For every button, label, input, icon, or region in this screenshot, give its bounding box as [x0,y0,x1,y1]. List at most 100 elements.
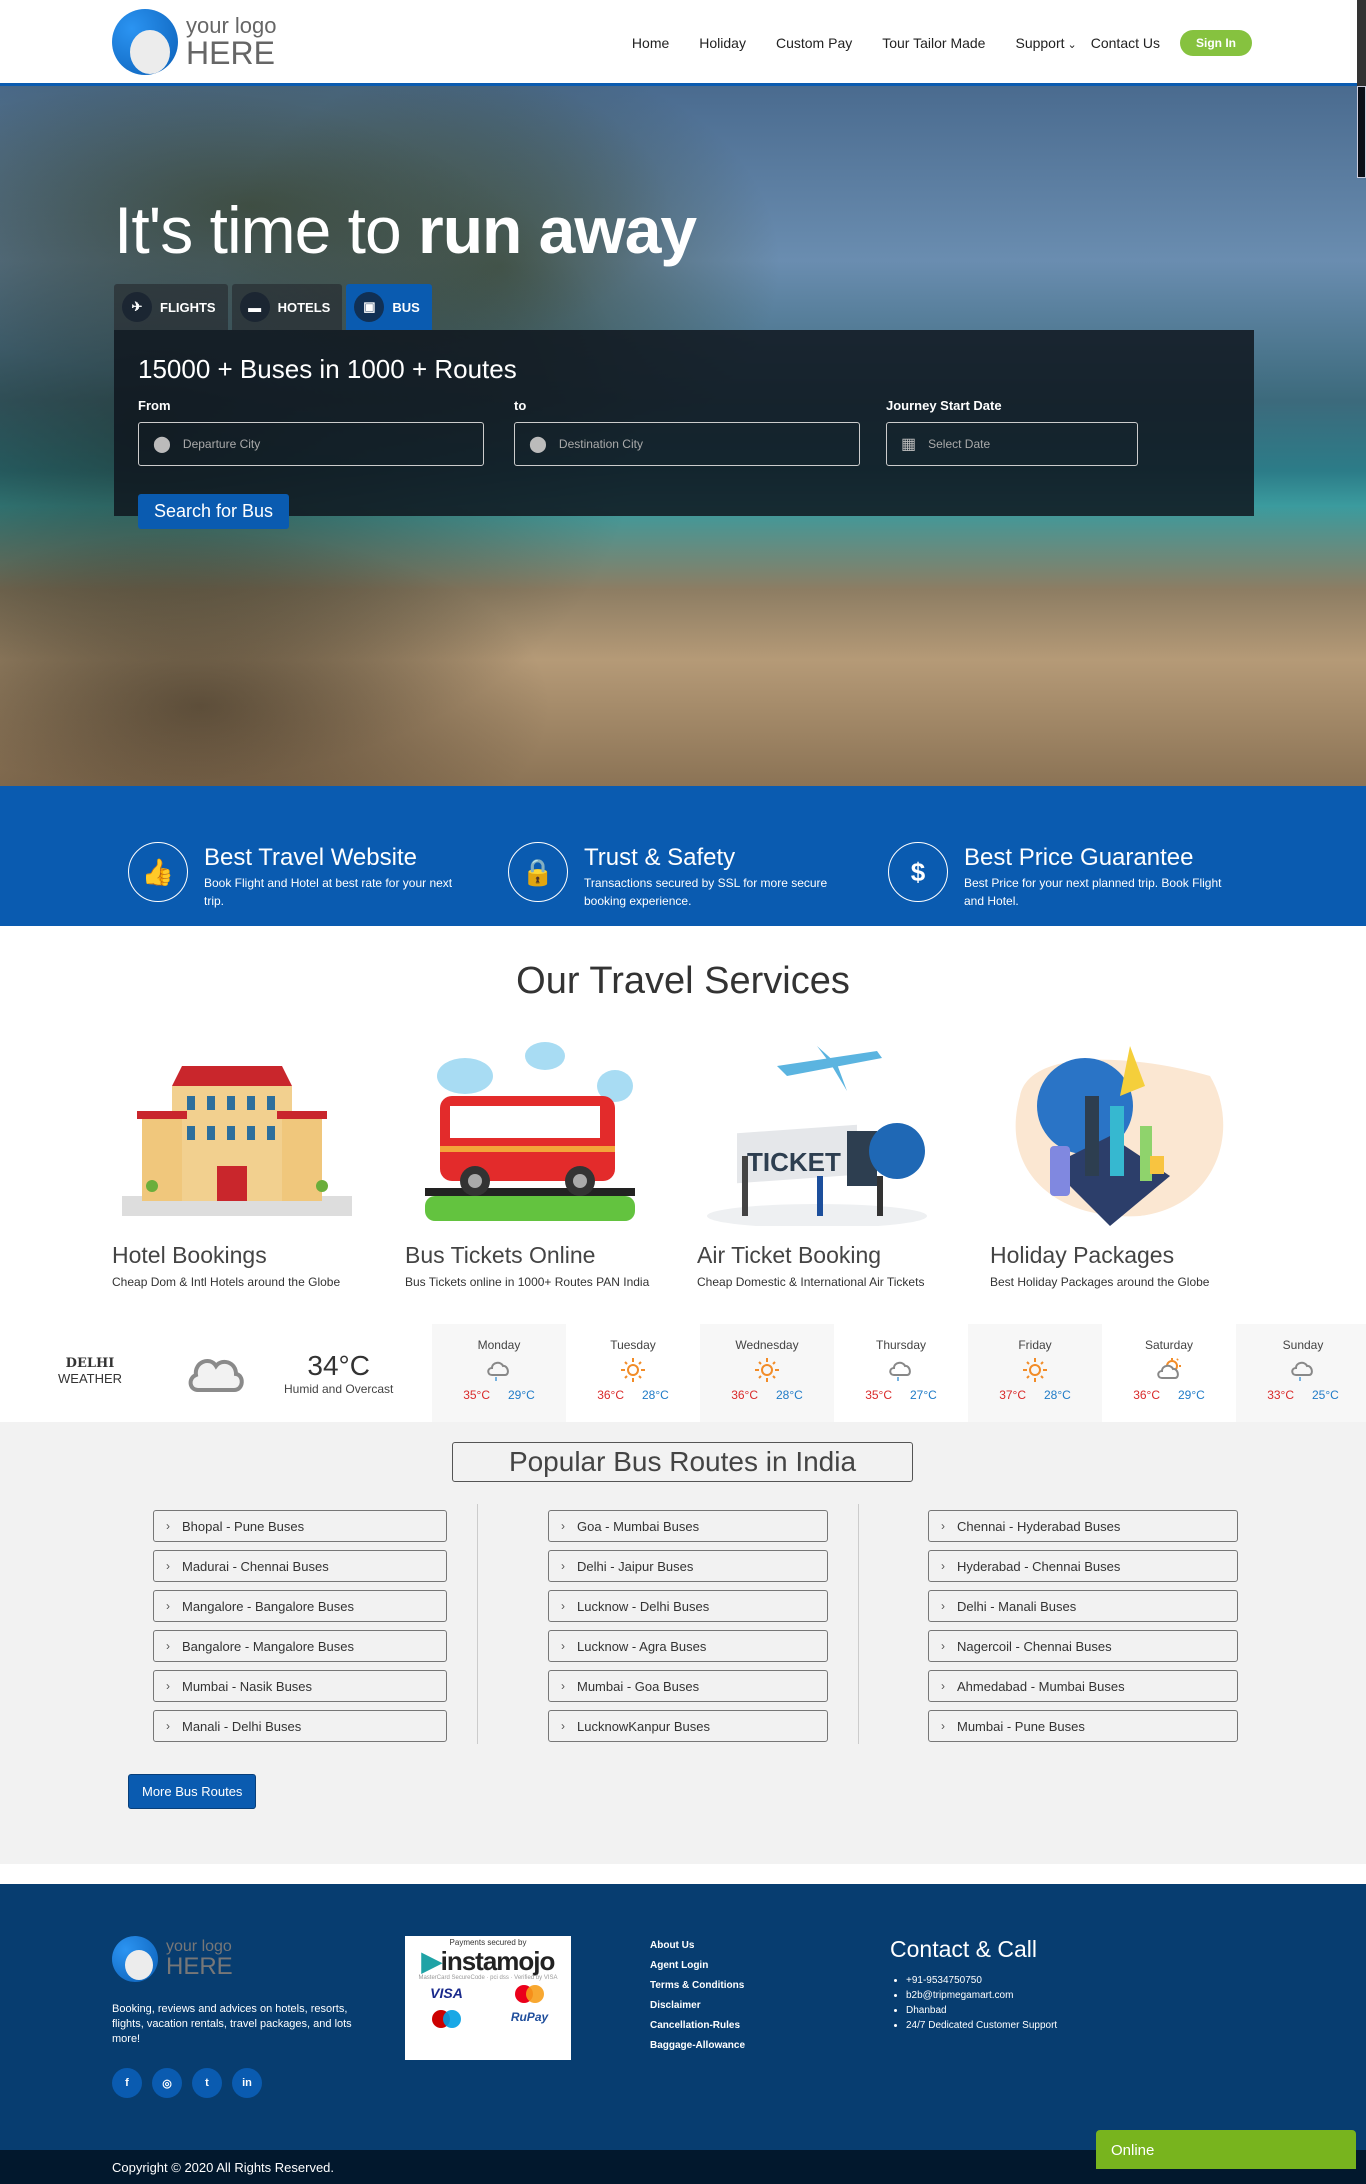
bus-route-link[interactable]: › Mangalore - Bangalore Buses [153,1590,447,1622]
service-air-ticket[interactable]: TICKET Air Ticket Booking Cheap Domestic… [697,1036,947,1289]
service-title: Bus Tickets Online [405,1242,596,1268]
journey-date-input[interactable]: ▦ Select Date [886,422,1138,466]
service-holiday[interactable]: Holiday Packages Best Holiday Packages a… [990,1036,1240,1289]
weather-label: WEATHER [58,1371,123,1386]
forecast-high: 36°C [1133,1388,1160,1402]
service-text: Best Holiday Packages around the Globe [990,1275,1210,1289]
nav-custom-pay[interactable]: Custom Pay [776,35,852,51]
map-marker-icon: ⬤ [153,436,171,453]
footer-link-about[interactable]: About Us [650,1936,745,1956]
footer-link-cancellation[interactable]: Cancellation-Rules [650,2016,745,2036]
page-scrollbar[interactable] [1357,0,1366,178]
forecast-high: 37°C [999,1388,1026,1402]
sun-icon [700,1352,834,1388]
dollar-icon: $ [888,842,948,902]
bus-route-link[interactable]: › Lucknow - Agra Buses [548,1630,828,1662]
nav-support-label: Support [1015,35,1065,51]
forecast-day: Wednesday 36°C 28°C [700,1324,834,1422]
nav-holiday[interactable]: Holiday [699,35,746,51]
chevron-right-icon: › [561,1719,565,1733]
ticket-illustration-text: TICKET [747,1147,841,1177]
features-strip: 👍 Best Travel Website Book Flight and Hot… [0,786,1366,926]
bus-icon: ▣ [354,292,385,322]
bus-route-link[interactable]: › Lucknow - Delhi Buses [548,1590,828,1622]
footer-about: Booking, reviews and advices on hotels, … [112,2003,352,2045]
bus-route-link[interactable]: › Mumbai - Pune Buses [928,1710,1238,1742]
bus-route-link[interactable]: › Delhi - Jaipur Buses [548,1550,828,1582]
service-hotel[interactable]: Hotel Bookings Cheap Dom & Intl Hotels a… [112,1036,362,1289]
footer-links: About Us Agent Login Terms & Conditions … [650,1936,745,2056]
bus-route-link[interactable]: › Ahmedabad - Mumbai Buses [928,1670,1238,1702]
bus-route-link[interactable]: › Bangalore - Mangalore Buses [153,1630,447,1662]
footer-link-agent-login[interactable]: Agent Login [650,1956,745,1976]
bus-route-link[interactable]: › Madurai - Chennai Buses [153,1550,447,1582]
service-bus[interactable]: Bus Tickets Online Bus Tickets online in… [405,1036,655,1289]
contact-email[interactable]: b2b@tripmegamart.com [906,1988,1057,2003]
nav-contact-us[interactable]: Contact Us [1091,35,1160,51]
facebook-icon[interactable]: f [112,2068,142,2098]
chevron-right-icon: › [561,1599,565,1613]
air-ticket-illustration: TICKET [697,1036,947,1228]
bus-route-link[interactable]: › Chennai - Hyderabad Buses [928,1510,1238,1542]
footer-logo[interactable]: your logo HERE [112,1936,233,1982]
cloud-icon [186,1350,246,1401]
route-label: Nagercoil - Chennai Buses [957,1638,1112,1654]
to-city-input[interactable]: ⬤ Destination City [514,422,860,466]
routes-column-1: › Bhopal - Pune Buses › Madurai - Chennai B… [153,1510,447,1750]
chevron-right-icon: › [941,1519,945,1533]
nav-home[interactable]: Home [632,35,669,51]
routes-column-3: › Chennai - Hyderabad Buses › Hyderabad - C… [928,1510,1238,1750]
route-label: Hyderabad - Chennai Buses [957,1558,1121,1574]
bus-route-link[interactable]: › Goa - Mumbai Buses [548,1510,828,1542]
footer-link-disclaimer[interactable]: Disclaimer [650,1996,745,2016]
forecast-day: Saturday 36°C 29°C [1102,1324,1236,1422]
route-label: Delhi - Jaipur Buses [577,1558,694,1574]
tab-flights[interactable]: ✈ FLIGHTS [114,284,228,330]
bed-icon: ▬ [239,292,270,322]
hotel-illustration [112,1036,362,1226]
feature-title: Best Travel Website [204,844,417,871]
forecast-high: 35°C [463,1388,490,1402]
rain-cloud-icon [834,1352,968,1388]
sign-in-button[interactable]: Sign In [1180,30,1252,56]
scrollbar-thumb[interactable] [1357,86,1366,178]
contact-phone[interactable]: +91-9534750750 [906,1973,1057,1988]
feature-title: Trust & Safety [584,844,736,871]
more-bus-routes-button[interactable]: More Bus Routes [128,1774,257,1809]
twitter-icon[interactable]: t [192,2068,222,2098]
nav-tour-tailor-made[interactable]: Tour Tailor Made [882,35,985,51]
bus-route-link[interactable]: › Mumbai - Nasik Buses [153,1670,447,1702]
tab-hotels[interactable]: ▬ HOTELS [231,284,343,330]
bus-route-link[interactable]: › Delhi - Manali Buses [928,1590,1238,1622]
logo-line2: HERE [186,35,275,71]
chevron-down-icon: ⌄ [1067,39,1077,51]
from-city-input[interactable]: ⬤ Departure City [138,422,484,466]
bus-route-link[interactable]: › Nagercoil - Chennai Buses [928,1630,1238,1662]
forecast-day-name: Tuesday [610,1338,656,1352]
feature-best-price: $ Best Price Guarantee Best Price for you… [888,842,1224,910]
tab-bus[interactable]: ▣ BUS [346,284,432,330]
online-chat-widget[interactable]: Online [1096,2130,1356,2169]
bus-route-link[interactable]: › LucknowKanpur Buses [548,1710,828,1742]
instagram-icon[interactable]: ◎ [152,2068,182,2098]
contact-title: Contact & Call [890,1936,1038,1962]
bus-route-link[interactable]: › Manali - Delhi Buses [153,1710,447,1742]
forecast-day-name: Saturday [1144,1338,1194,1352]
bus-route-link[interactable]: › Hyderabad - Chennai Buses [928,1550,1238,1582]
search-bus-button[interactable]: Search for Bus [138,494,290,529]
forecast-day: Sunday 33°C 25°C [1236,1324,1366,1422]
forecast-low: 28°C [776,1388,803,1402]
forecast-low: 28°C [1044,1388,1071,1402]
linkedin-icon[interactable]: in [232,2068,262,2098]
bus-route-link[interactable]: › Bhopal - Pune Buses [153,1510,447,1542]
feature-trust-safety: 🔒 Trust & Safety Transactions secured by … [508,842,844,910]
search-tabs: ✈ FLIGHTS ▬ HOTELS ▣ BUS [114,284,436,330]
footer-link-terms[interactable]: Terms & Conditions [650,1976,745,1996]
bus-route-link[interactable]: › Mumbai - Goa Buses [548,1670,828,1702]
payment-badge: Payments secured by ▶instamojo MasterCar… [405,1936,571,2060]
logo[interactable]: your logo HERE [112,9,277,75]
footer-link-baggage[interactable]: Baggage-Allowance [650,2036,745,2056]
chevron-right-icon: › [166,1639,170,1653]
nav-support[interactable]: Support ⌄ [1015,35,1076,51]
route-label: Delhi - Manali Buses [957,1598,1077,1614]
